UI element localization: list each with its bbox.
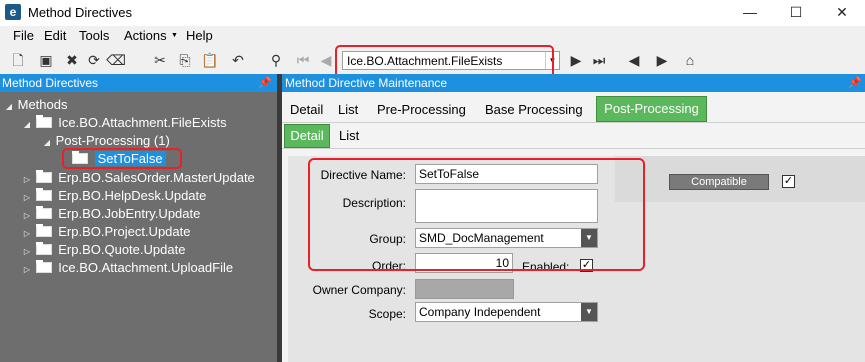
tab-divider (282, 122, 865, 123)
pin-icon[interactable]: 📌 (258, 74, 272, 92)
undo-icon[interactable]: ↶ (228, 50, 248, 70)
copy-icon[interactable]: ⎘ (175, 50, 195, 70)
tree-node-label: Ice.BO.Attachment.UploadFile (58, 260, 234, 275)
tree-node-label: Erp.BO.Project.Update (58, 224, 191, 239)
menu-actions[interactable]: Actions (124, 28, 167, 43)
pin-icon[interactable]: 📌 (848, 74, 862, 92)
tab-pre-processing[interactable]: Pre-Processing (377, 98, 466, 122)
tree-node-method[interactable]: ◢ Ice.BO.Attachment.FileExists (22, 114, 227, 132)
home-icon[interactable]: ⌂ (680, 50, 700, 70)
save-icon[interactable]: ▣ (36, 50, 56, 70)
menu-edit[interactable]: Edit (44, 28, 66, 43)
tab-base-processing[interactable]: Base Processing (485, 98, 583, 122)
paste-icon[interactable]: 📋 (200, 50, 220, 70)
menu-tools[interactable]: Tools (79, 28, 109, 43)
tab-list[interactable]: List (338, 98, 358, 122)
compatible-checkbox[interactable]: ✓ (782, 175, 795, 188)
subtab-detail[interactable]: Detail (284, 124, 330, 148)
folder-icon (35, 242, 52, 255)
chevron-down-icon[interactable]: ▼ (581, 303, 597, 321)
tree-node-label: Erp.BO.HelpDesk.Update (58, 188, 207, 203)
folder-icon (35, 170, 52, 183)
last-record-icon[interactable]: ⏭ (589, 50, 609, 70)
maximize-button[interactable]: ☐ (773, 0, 819, 26)
delete-icon[interactable]: ✖ (62, 50, 82, 70)
next-record-icon[interactable]: ▶ (566, 50, 586, 70)
tree-node-method[interactable]: ▷ Erp.BO.SalesOrder.MasterUpdate (22, 169, 255, 187)
tree-highlight-box (62, 148, 182, 169)
refresh-icon[interactable]: ⟳ (84, 50, 104, 70)
tree-node-method[interactable]: ▷ Erp.BO.Quote.Update (22, 241, 185, 259)
folder-icon (35, 206, 52, 219)
previous-record-icon[interactable]: ◀ (316, 50, 336, 70)
collapse-arrow-icon[interactable]: ◢ (42, 134, 52, 152)
tree-node-method[interactable]: ▷ Ice.BO.Attachment.UploadFile (22, 259, 233, 277)
tree-node-label: Methods (17, 97, 68, 112)
back-icon[interactable]: ◀ (624, 50, 644, 70)
window-title: Method Directives (28, 5, 133, 20)
forward-icon[interactable]: ▶ (652, 50, 672, 70)
subtab-list[interactable]: List (339, 128, 359, 143)
scope-label: Scope: (368, 307, 406, 321)
tree-node-methods[interactable]: ◢ Methods (4, 96, 68, 114)
tree-node-label: Erp.BO.Quote.Update (58, 242, 186, 257)
folder-icon (35, 224, 52, 237)
folder-icon (35, 260, 52, 273)
search-icon[interactable]: ⚲ (266, 50, 286, 70)
tab-detail[interactable]: Detail (290, 98, 323, 122)
scope-select-value: Company Independent (419, 305, 541, 319)
tree-node-method[interactable]: ▷ Erp.BO.Project.Update (22, 223, 190, 241)
first-record-icon[interactable]: ⏮ (293, 50, 313, 70)
subtab-divider (282, 148, 865, 149)
collapse-arrow-icon[interactable]: ◢ (22, 116, 32, 134)
left-panel-header: Method Directives (0, 74, 277, 92)
tree-node-label: Ice.BO.Attachment.FileExists (58, 115, 227, 130)
folder-icon (35, 188, 52, 201)
right-panel-header: Method Directive Maintenance (282, 74, 865, 92)
compatible-button[interactable]: Compatible (669, 174, 769, 190)
new-icon[interactable]: 🗋 (8, 50, 28, 70)
menu-help[interactable]: Help (186, 28, 213, 43)
owner-company-label: Owner Company: (312, 283, 406, 297)
menu-file[interactable]: File (13, 28, 34, 43)
collapse-arrow-icon[interactable]: ◢ (4, 98, 14, 116)
form-highlight-box (308, 158, 645, 271)
tree-node-label: Post-Processing (1) (55, 133, 170, 148)
expand-arrow-icon[interactable]: ▷ (22, 261, 32, 279)
tree-node-method[interactable]: ▷ Erp.BO.JobEntry.Update (22, 205, 200, 223)
scope-select[interactable]: Company Independent ▼ (415, 302, 598, 322)
tree-node-label: Erp.BO.SalesOrder.MasterUpdate (58, 170, 255, 185)
tree-node-label: Erp.BO.JobEntry.Update (58, 206, 201, 221)
close-button[interactable]: ✕ (819, 0, 865, 26)
actions-chevron-icon: ▼ (171, 32, 178, 39)
tree-node-method[interactable]: ▷ Erp.BO.HelpDesk.Update (22, 187, 206, 205)
minimize-button[interactable]: — (727, 0, 773, 26)
tab-post-processing[interactable]: Post-Processing (596, 96, 707, 122)
clear-icon[interactable]: ⌫ (106, 50, 126, 70)
app-icon: e (5, 4, 21, 20)
folder-icon (35, 115, 52, 128)
owner-company-field (415, 279, 514, 299)
cut-icon[interactable]: ✂ (150, 50, 170, 70)
method-tree: ◢ Methods ◢ Ice.BO.Attachment.FileExists… (0, 92, 277, 362)
